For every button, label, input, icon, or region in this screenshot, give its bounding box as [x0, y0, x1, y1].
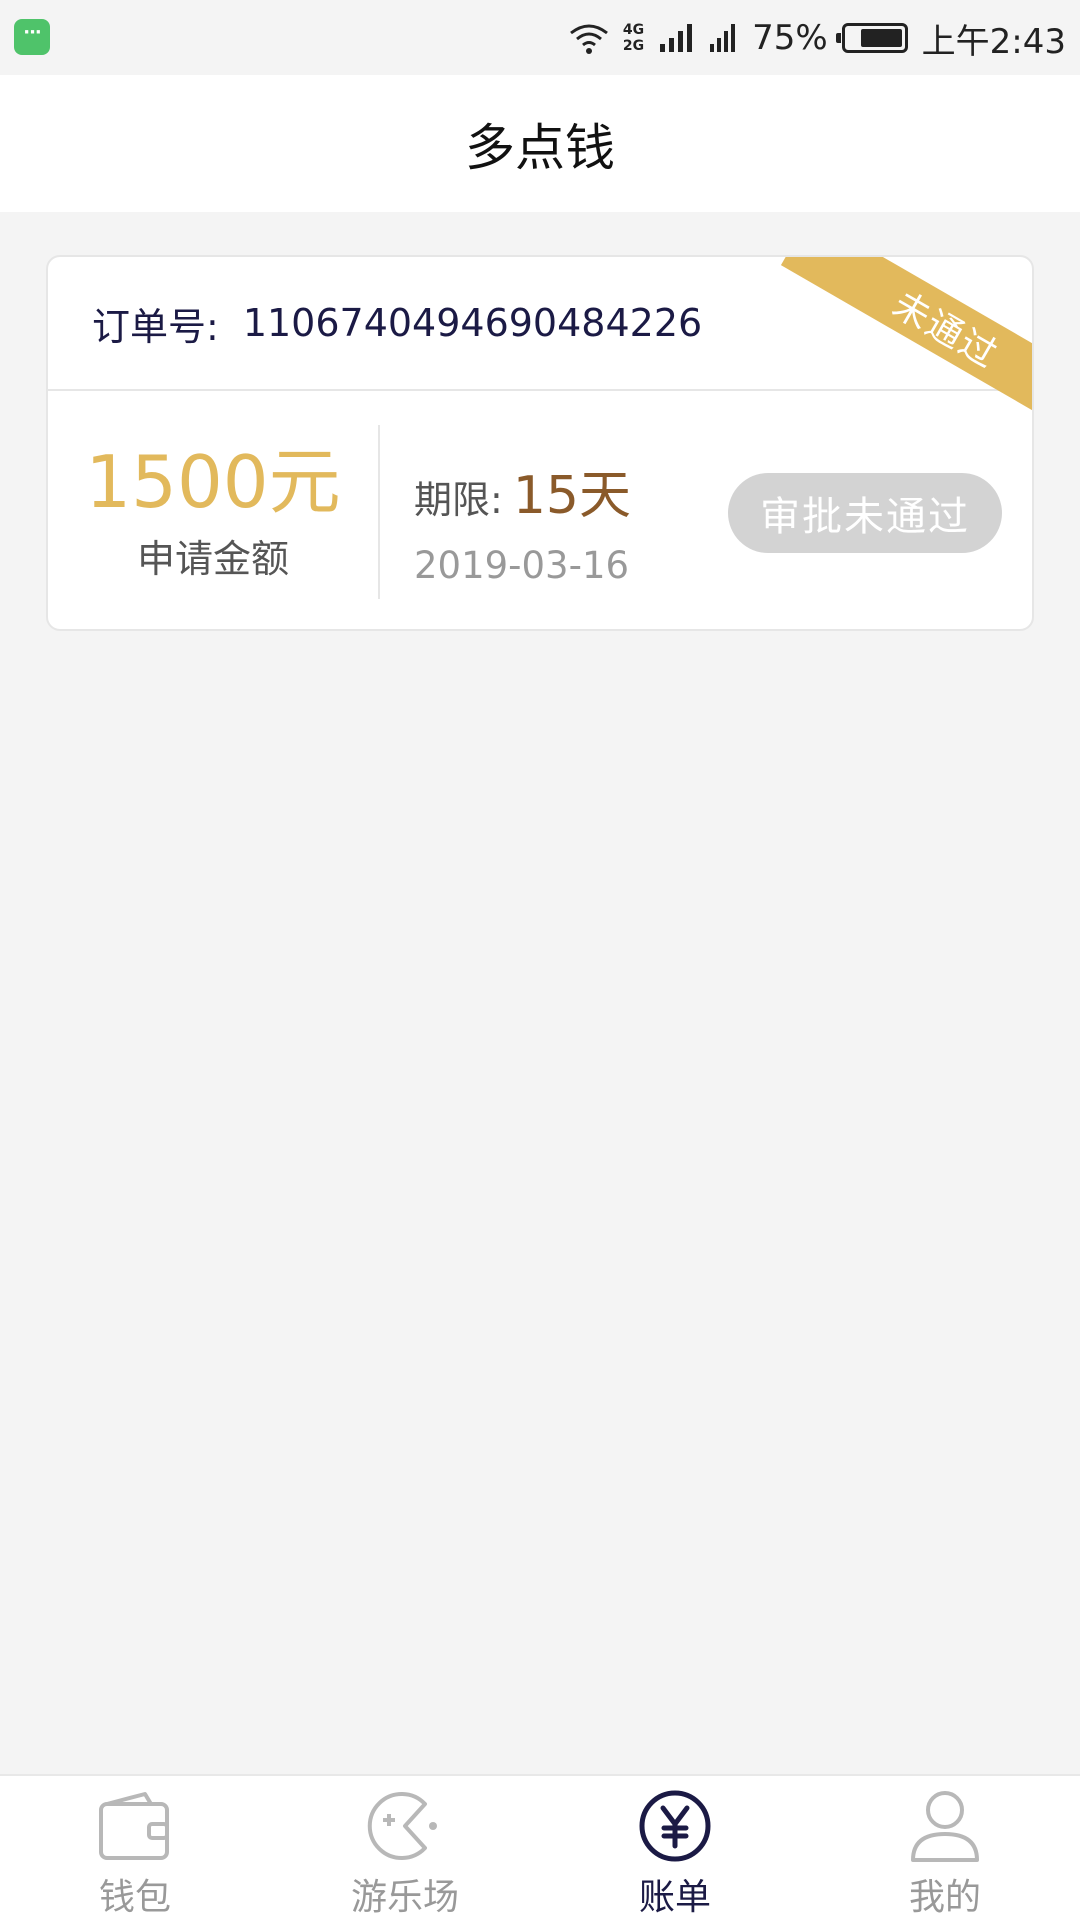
- bottom-tab-bar: 钱包 游乐场 账单 我的: [0, 1774, 1080, 1920]
- page-title: 多点钱: [465, 118, 615, 177]
- signal-icon: [660, 24, 693, 52]
- term-row: 期限: 15天: [414, 453, 631, 528]
- app-header: 多点钱: [0, 75, 1080, 212]
- term-label: 期限:: [414, 478, 503, 522]
- amount-label: 申请金额: [136, 536, 289, 581]
- game-icon: [365, 1786, 445, 1866]
- order-card[interactable]: 订单号: 1106740494690484226 未通过 1500元 申请金额 …: [46, 255, 1034, 631]
- order-number: 1106740494690484226: [242, 301, 703, 345]
- chat-app-icon: [14, 19, 50, 55]
- battery-fill: [860, 29, 902, 47]
- network-type-bottom: 2G: [622, 38, 645, 54]
- order-date: 2019-03-16: [414, 544, 630, 587]
- tab-label: 游乐场: [350, 1877, 459, 1918]
- tab-label: 账单: [638, 1877, 711, 1918]
- clock: 上午2:43: [921, 21, 1066, 62]
- approval-status-button[interactable]: 审批未通过: [728, 473, 1002, 553]
- order-number-label: 订单号:: [92, 304, 219, 349]
- status-bar: 4G 2G 75% 上午2:43: [0, 0, 1080, 75]
- amount-block: 1500元 申请金额: [48, 391, 378, 629]
- tab-mine[interactable]: 我的: [810, 1776, 1080, 1920]
- term-value: 15天: [512, 466, 631, 526]
- user-icon: [905, 1786, 985, 1866]
- tab-playground[interactable]: 游乐场: [270, 1776, 540, 1920]
- status-icons: 4G 2G 75% 上午2:43: [569, 12, 1066, 64]
- signal-icon: [710, 24, 736, 52]
- wifi-icon: [569, 24, 608, 54]
- yuan-icon: [635, 1786, 715, 1866]
- battery-icon: [835, 23, 908, 53]
- amount-value: 1500元: [85, 439, 341, 524]
- term-block: 期限: 15天 2019-03-16: [414, 453, 631, 587]
- tab-label: 我的: [908, 1877, 981, 1918]
- divider: [378, 425, 380, 599]
- tab-wallet[interactable]: 钱包: [0, 1776, 270, 1920]
- network-type: 4G 2G: [623, 22, 644, 54]
- battery-percent: 75%: [752, 18, 828, 58]
- network-type-top: 4G: [622, 22, 645, 38]
- tab-label: 钱包: [98, 1877, 171, 1918]
- wallet-icon: [95, 1786, 175, 1866]
- tab-bills[interactable]: 账单: [540, 1776, 810, 1920]
